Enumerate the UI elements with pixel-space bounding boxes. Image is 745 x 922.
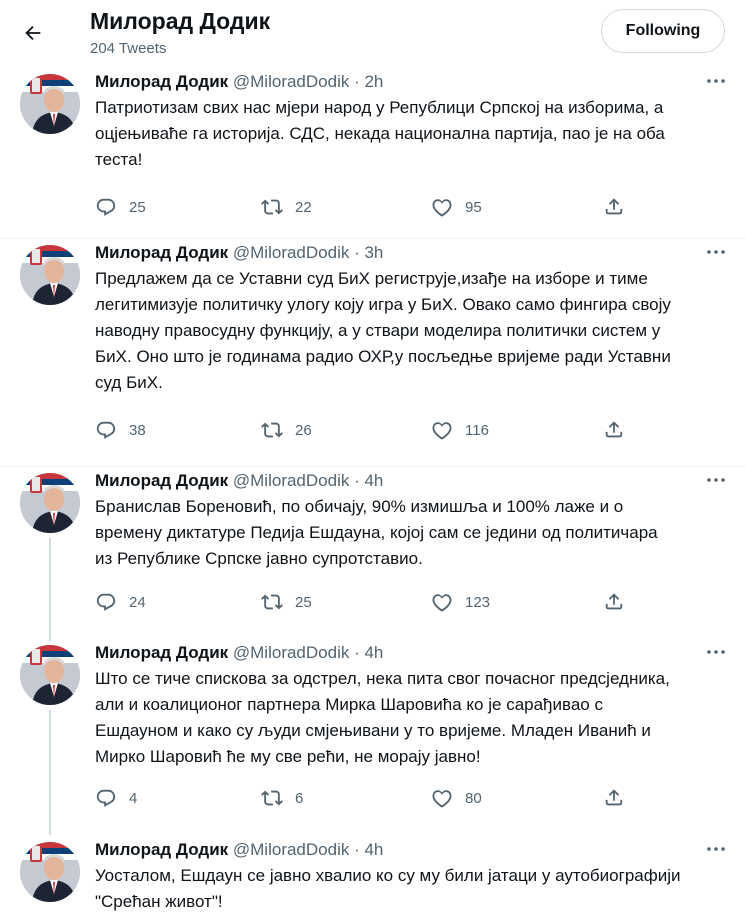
share-icon <box>605 198 623 215</box>
reply-icon <box>96 421 116 439</box>
avatar[interactable] <box>20 473 80 533</box>
more-icon <box>707 847 725 851</box>
heart-icon <box>432 790 452 808</box>
tweet-actions: 25 22 95 <box>95 195 635 219</box>
tweet[interactable]: Милорад Додик @MiloradDodik · 2h Патриоти… <box>0 67 745 239</box>
tweet[interactable]: Милорад Додик @MiloradDodik · 4h Што се т… <box>0 638 745 835</box>
author-name[interactable]: Милорад Додик <box>95 840 228 859</box>
like-count: 80 <box>465 789 482 807</box>
more-button[interactable] <box>704 470 728 490</box>
reply-count: 4 <box>129 789 138 807</box>
tweet-actions: 4 6 80 <box>95 786 635 810</box>
profile-header: Милорад Додик 204 Tweets Following <box>0 0 745 66</box>
retweet-count: 22 <box>295 198 312 216</box>
retweet-button[interactable]: 22 <box>261 195 312 219</box>
header-title: Милорад Додик <box>90 8 271 34</box>
reply-button[interactable]: 38 <box>95 418 146 442</box>
author-name[interactable]: Милорад Додик <box>95 471 228 490</box>
heart-icon <box>432 199 452 217</box>
tweet[interactable]: Милорад Додик @MiloradDodik · 4h Уосталом… <box>0 835 745 922</box>
retweet-icon <box>261 594 283 610</box>
avatar[interactable] <box>20 74 80 134</box>
share-button[interactable] <box>603 786 625 810</box>
reply-icon <box>96 198 116 216</box>
tweet-actions: 38 26 116 <box>95 418 635 442</box>
like-count: 116 <box>465 421 489 439</box>
tweet-text: Бранислав Бореновић, по обичају, 90% изм… <box>95 497 658 568</box>
heart-icon <box>432 422 452 440</box>
like-button[interactable]: 80 <box>431 786 482 810</box>
like-count: 123 <box>465 593 491 611</box>
retweet-icon <box>261 790 283 806</box>
tweet[interactable]: Милорад Додик @MiloradDodik · 4h Бранисла… <box>0 466 745 638</box>
tweet-text: Патриотизам свих нас мјери народ у Репуб… <box>95 98 665 169</box>
tweet[interactable]: Милорад Додик @MiloradDodik · 3h Предлаже… <box>0 238 745 467</box>
reply-button[interactable]: 4 <box>95 786 137 810</box>
retweet-icon <box>261 199 283 215</box>
tweet-header: Милорад Додик @MiloradDodik · 4h <box>95 839 383 861</box>
retweet-count: 25 <box>295 593 312 611</box>
reply-count: 25 <box>129 198 146 216</box>
more-button[interactable] <box>704 839 728 859</box>
tweet-header: Милорад Додик @MiloradDodik · 3h <box>95 242 383 264</box>
author-name[interactable]: Милорад Додик <box>95 643 228 662</box>
heart-icon <box>432 594 452 612</box>
reply-icon <box>96 789 116 807</box>
tweet-text: Уосталом, Ешдаун се јавно хвалио ко су м… <box>95 866 681 911</box>
arrow-left-icon <box>25 25 41 41</box>
more-icon <box>707 79 725 83</box>
reply-count: 38 <box>129 421 146 439</box>
retweet-icon <box>261 422 283 438</box>
reply-button[interactable]: 24 <box>95 590 146 614</box>
share-button[interactable] <box>603 418 625 442</box>
author-name[interactable]: Милорад Додик <box>95 72 228 91</box>
reply-icon <box>96 593 116 611</box>
retweet-button[interactable]: 26 <box>261 418 312 442</box>
avatar[interactable] <box>20 645 80 705</box>
author-handle-time[interactable]: @MiloradDodik · 2h <box>233 72 383 91</box>
following-button[interactable]: Following <box>601 9 725 53</box>
share-button[interactable] <box>603 195 625 219</box>
tweet-count: 204 Tweets <box>90 40 167 57</box>
author-handle-time[interactable]: @MiloradDodik · 3h <box>233 243 383 262</box>
more-icon <box>707 250 725 254</box>
avatar-image <box>20 645 80 705</box>
more-button[interactable] <box>704 642 728 662</box>
tweet-header: Милорад Додик @MiloradDodik · 2h <box>95 71 383 93</box>
more-icon <box>707 478 725 482</box>
avatar-image <box>20 74 80 134</box>
avatar-image <box>20 245 80 305</box>
avatar[interactable] <box>20 842 80 902</box>
retweet-count: 6 <box>295 789 304 807</box>
author-handle-time[interactable]: @MiloradDodik · 4h <box>233 471 383 490</box>
like-count: 95 <box>465 198 482 216</box>
author-handle-time[interactable]: @MiloradDodik · 4h <box>233 840 383 859</box>
share-icon <box>605 789 623 806</box>
tweet-header: Милорад Додик @MiloradDodik · 4h <box>95 470 383 492</box>
reply-count: 24 <box>129 593 146 611</box>
avatar-image <box>20 473 80 533</box>
like-button[interactable]: 95 <box>431 195 482 219</box>
more-button[interactable] <box>704 71 728 91</box>
more-button[interactable] <box>704 242 728 262</box>
like-button[interactable]: 116 <box>431 418 489 442</box>
more-icon <box>707 650 725 654</box>
author-handle-time[interactable]: @MiloradDodik · 4h <box>233 643 383 662</box>
tweet-actions: 24 25 123 <box>95 590 635 614</box>
author-name[interactable]: Милорад Додик <box>95 243 228 262</box>
back-button[interactable] <box>16 16 50 50</box>
retweet-count: 26 <box>295 421 312 439</box>
share-icon <box>605 421 623 438</box>
tweet-text: Што се тиче спискова за одстрел, нека пи… <box>95 669 670 766</box>
like-button[interactable]: 123 <box>431 590 490 614</box>
reply-button[interactable]: 25 <box>95 195 146 219</box>
share-icon <box>605 593 623 610</box>
avatar-image <box>20 842 80 902</box>
tweet-header: Милорад Додик @MiloradDodik · 4h <box>95 642 383 664</box>
retweet-button[interactable]: 6 <box>261 786 303 810</box>
share-button[interactable] <box>603 590 625 614</box>
retweet-button[interactable]: 25 <box>261 590 312 614</box>
tweet-text: Предлажем да се Уставни суд БиХ регистру… <box>95 269 671 392</box>
avatar[interactable] <box>20 245 80 305</box>
